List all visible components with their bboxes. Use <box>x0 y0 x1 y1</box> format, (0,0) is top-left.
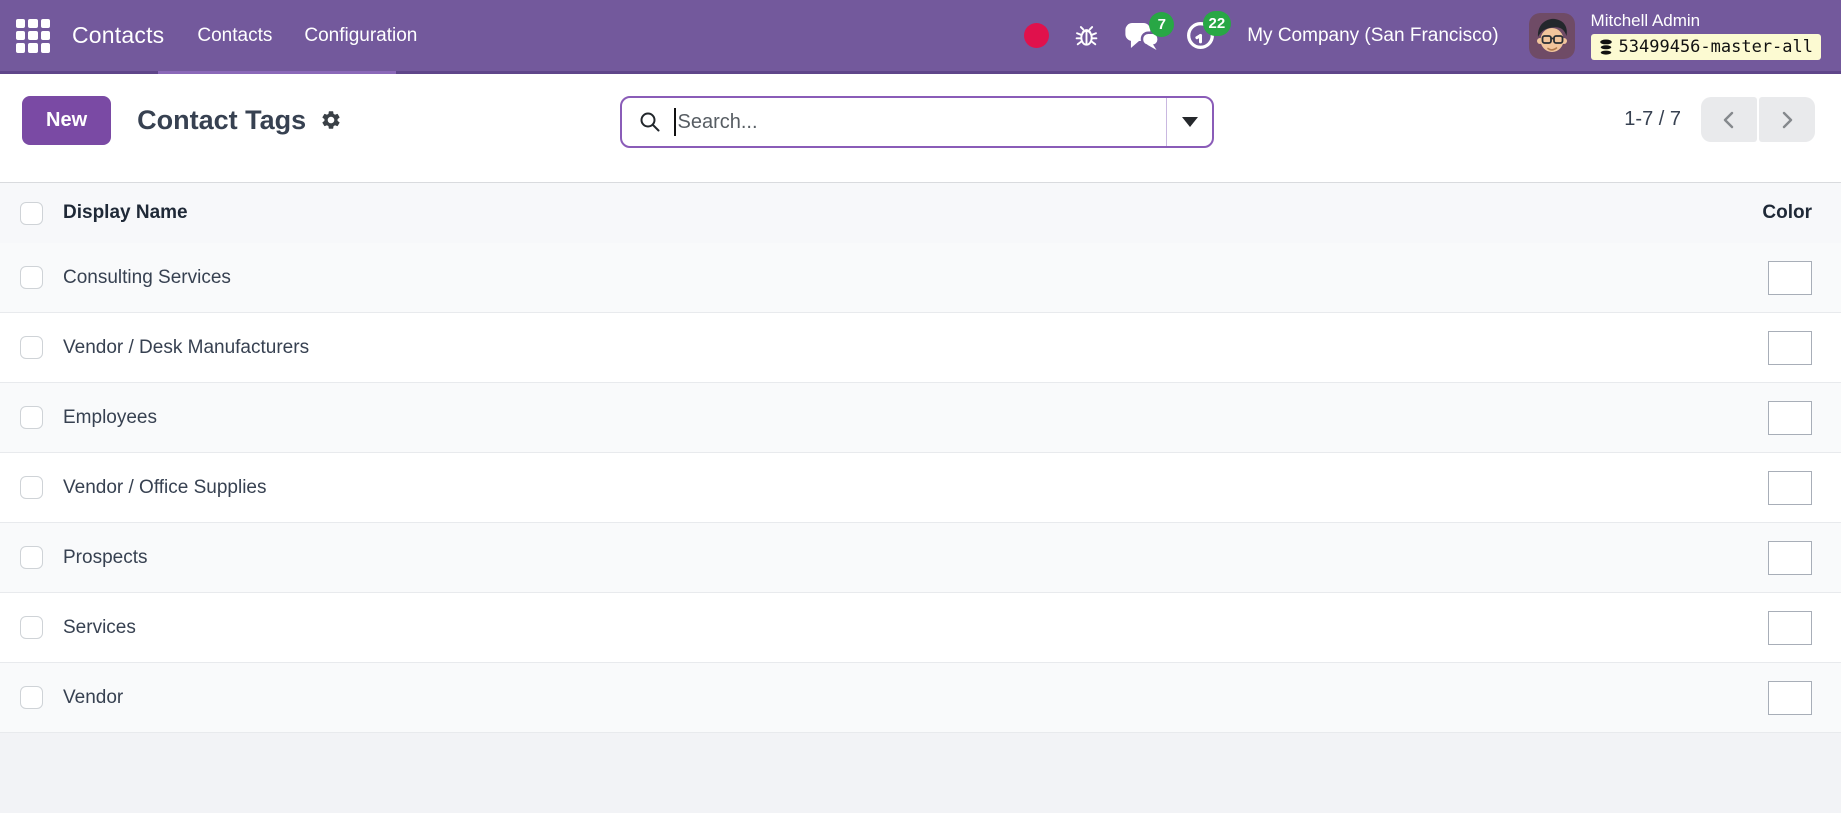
tag-name: Vendor / Office Supplies <box>63 476 267 498</box>
row-checkbox[interactable] <box>20 616 43 639</box>
search-bar <box>620 96 1214 148</box>
navbar-menu-item[interactable]: Contacts <box>197 25 272 47</box>
table-row[interactable]: Employees <box>0 383 1841 453</box>
database-badge: 53499456-master-all <box>1590 34 1821 60</box>
chevron-left-icon <box>1723 111 1734 128</box>
select-all-checkbox[interactable] <box>20 201 43 225</box>
color-swatch <box>1768 260 1812 295</box>
control-panel: New Contact Tags 1-7 / 7 <box>0 74 1841 166</box>
search-dropdown-toggle[interactable] <box>1166 98 1212 146</box>
table-row[interactable]: Vendor / Office Supplies <box>0 453 1841 523</box>
bug-icon[interactable] <box>1073 22 1100 49</box>
chevron-down-icon <box>1181 117 1198 127</box>
row-checkbox[interactable] <box>20 476 43 499</box>
navbar-menu-item[interactable]: Configuration <box>304 25 417 47</box>
row-checkbox[interactable] <box>20 406 43 429</box>
tag-name: Prospects <box>63 546 148 568</box>
row-checkbox[interactable] <box>20 686 43 709</box>
table-row[interactable]: Consulting Services <box>0 243 1841 313</box>
list-header-row: Display Name Color <box>0 182 1841 243</box>
page-title: Contact Tags <box>137 104 307 135</box>
app-name[interactable]: Contacts <box>72 22 164 49</box>
row-checkbox[interactable] <box>20 546 43 569</box>
apps-grid-icon[interactable] <box>16 18 50 53</box>
color-swatch <box>1768 400 1812 435</box>
row-checkbox[interactable] <box>20 266 43 289</box>
search-icon <box>638 110 662 134</box>
systray: 7 22 My Company (San Francisco) Mitchell… <box>1024 11 1821 60</box>
table-row[interactable]: Vendor <box>0 663 1841 733</box>
tag-name: Vendor / Desk Manufacturers <box>63 336 310 358</box>
tag-name: Consulting Services <box>63 266 231 288</box>
pager: 1-7 / 7 <box>1624 97 1815 142</box>
tag-name: Services <box>63 616 136 638</box>
user-name: Mitchell Admin <box>1590 11 1701 30</box>
tag-name: Vendor <box>63 686 124 708</box>
messages-count-badge: 7 <box>1149 12 1175 37</box>
user-avatar[interactable] <box>1528 12 1575 59</box>
database-name: 53499456-master-all <box>1618 37 1813 57</box>
record-indicator-dot[interactable] <box>1024 23 1050 48</box>
row-checkbox[interactable] <box>20 336 43 359</box>
color-swatch <box>1768 540 1812 575</box>
pager-previous-button[interactable] <box>1701 97 1757 142</box>
table-row[interactable]: Services <box>0 593 1841 663</box>
table-row[interactable]: Prospects <box>0 523 1841 593</box>
content-footer-area <box>0 733 1841 813</box>
view-settings-gear-icon[interactable] <box>320 109 342 131</box>
activities-count-badge: 22 <box>1202 11 1232 36</box>
text-cursor <box>674 108 676 136</box>
messages-icon[interactable]: 7 <box>1124 12 1175 51</box>
column-header-display-name[interactable]: Display Name <box>63 202 188 224</box>
pager-range[interactable]: 1-7 / 7 <box>1624 108 1681 131</box>
new-button[interactable]: New <box>22 95 112 145</box>
color-swatch <box>1768 680 1812 715</box>
company-switcher[interactable]: My Company (San Francisco) <box>1247 25 1498 47</box>
content-gap <box>0 166 1841 182</box>
tag-name: Employees <box>63 406 157 428</box>
color-swatch <box>1768 610 1812 645</box>
user-menu[interactable]: Mitchell Admin 53499456-master-all <box>1590 11 1821 60</box>
chevron-right-icon <box>1782 111 1793 128</box>
navbar-menus: Contacts Configuration <box>197 25 417 47</box>
column-header-color[interactable]: Color <box>1762 202 1812 224</box>
pager-next-button[interactable] <box>1759 97 1815 142</box>
color-swatch <box>1768 470 1812 505</box>
table-row[interactable]: Vendor / Desk Manufacturers <box>0 313 1841 383</box>
database-icon <box>1599 39 1612 56</box>
activities-icon[interactable]: 22 <box>1184 11 1232 52</box>
list-body: Consulting Services Vendor / Desk Manufa… <box>0 243 1841 733</box>
color-swatch <box>1768 330 1812 365</box>
top-navbar: Contacts Contacts Configuration 7 22 My … <box>0 0 1841 74</box>
search-input[interactable] <box>677 98 1166 146</box>
